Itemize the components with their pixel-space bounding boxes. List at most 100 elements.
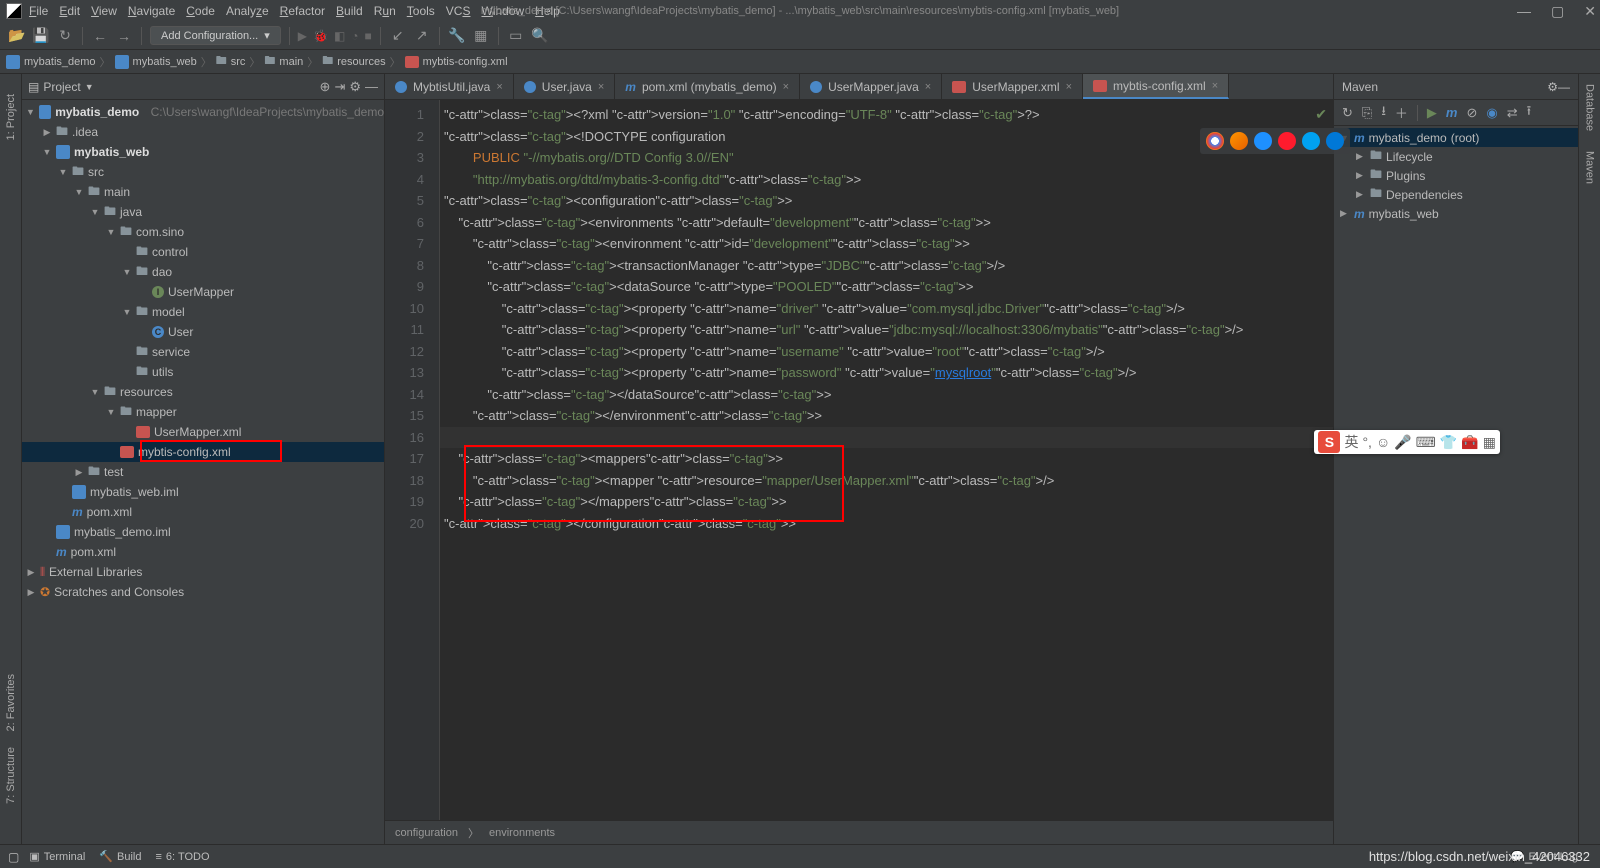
ime-skin-icon[interactable]: 👕 bbox=[1440, 434, 1457, 451]
tab-close-icon[interactable]: × bbox=[925, 81, 931, 93]
code-line[interactable]: "c-attr">class="c-tag"><property "c-attr… bbox=[444, 298, 1333, 320]
fold-gutter[interactable] bbox=[430, 100, 440, 820]
crumb-project[interactable]: mybatis_demo bbox=[6, 55, 96, 69]
menu-analyze[interactable]: Analyze bbox=[222, 2, 273, 20]
settings-icon[interactable]: 🔧 bbox=[448, 27, 466, 44]
maven-tree-item[interactable]: ▼mmybatis_demo (root) bbox=[1334, 128, 1578, 147]
mvn-reimport-icon[interactable]: ↻ bbox=[1342, 105, 1353, 121]
maven-tree-item[interactable]: ▶mmybatis_web bbox=[1334, 204, 1578, 223]
tree-extra[interactable]: ▶⫴External Libraries bbox=[22, 562, 384, 582]
mvn-collapse-icon[interactable]: ⭱ bbox=[1527, 102, 1532, 124]
code-line[interactable]: "c-attr">class="c-tag"></environment"c-a… bbox=[444, 405, 1333, 427]
tool-maven[interactable]: Maven bbox=[1584, 151, 1596, 184]
panel-settings-icon[interactable]: ⚙ bbox=[349, 79, 361, 95]
collapse-icon[interactable]: ⇥ bbox=[334, 79, 345, 95]
ime-menu-icon[interactable]: ▦ bbox=[1483, 434, 1496, 451]
editor-tab[interactable]: UserMapper.java× bbox=[800, 74, 942, 99]
tool-structure[interactable]: 7: Structure bbox=[5, 747, 17, 804]
tree-item[interactable]: ▼🖿com.sino bbox=[22, 222, 384, 242]
code-line[interactable]: "c-attr">class="c-tag"></configuration"c… bbox=[444, 513, 1333, 535]
mvn-download-icon[interactable]: ⭳ bbox=[1381, 102, 1386, 124]
mvn-exec-icon[interactable]: m bbox=[1446, 105, 1458, 120]
ime-toolbar[interactable]: S 英 °, ☺ 🎤 ⌨ 👕 🧰 ▦ bbox=[1314, 430, 1500, 454]
ime-emoji-icon[interactable]: ☺ bbox=[1376, 434, 1390, 450]
forward-icon[interactable]: → bbox=[115, 28, 133, 44]
tree-extra[interactable]: ▶✪Scratches and Consoles bbox=[22, 582, 384, 602]
ime-punct-icon[interactable]: °, bbox=[1362, 434, 1372, 450]
code-editor[interactable]: ✔ "c-attr">class="c-tag"><?xml "c-attr">… bbox=[440, 100, 1333, 820]
debug-icon[interactable]: 🐞 bbox=[313, 29, 328, 43]
tool-favorites[interactable]: 2: Favorites bbox=[5, 674, 17, 731]
tree-item[interactable]: ▼🖿src bbox=[22, 162, 384, 182]
minimize-icon[interactable]: ― bbox=[1517, 3, 1531, 20]
crumb-configuration[interactable]: configuration bbox=[395, 827, 458, 839]
crumb-src[interactable]: 🖿src bbox=[216, 52, 246, 71]
tree-item[interactable]: ▼🖿dao bbox=[22, 262, 384, 282]
close-icon[interactable]: ✕ bbox=[1584, 3, 1596, 20]
tab-close-icon[interactable]: × bbox=[598, 81, 604, 93]
menu-tools[interactable]: Tools bbox=[403, 2, 439, 20]
ime-voice-icon[interactable]: 🎤 bbox=[1394, 434, 1411, 451]
hide-icon[interactable]: ― bbox=[365, 79, 378, 94]
code-line[interactable]: "c-attr">class="c-tag"><dataSource "c-at… bbox=[444, 276, 1333, 298]
crumb-resources[interactable]: 🖿resources bbox=[322, 52, 385, 71]
tree-item[interactable]: 🖿utils bbox=[22, 362, 384, 382]
mvn-show-icon[interactable]: ⇄ bbox=[1507, 105, 1518, 121]
maven-hide-icon[interactable]: ― bbox=[1558, 80, 1570, 94]
tool-database[interactable]: Database bbox=[1584, 84, 1596, 131]
save-all-icon[interactable]: 💾 bbox=[32, 27, 50, 44]
code-line[interactable]: "c-attr">class="c-tag"><environment "c-a… bbox=[444, 233, 1333, 255]
tree-item[interactable]: UserMapper.xml bbox=[22, 422, 384, 442]
menu-edit[interactable]: Edit bbox=[55, 2, 84, 20]
ie-icon[interactable] bbox=[1302, 132, 1320, 150]
code-line[interactable]: "c-attr">class="c-tag"><?xml "c-attr">ve… bbox=[444, 104, 1333, 126]
editor-tab[interactable]: UserMapper.xml× bbox=[942, 74, 1083, 99]
run-icon[interactable]: ▶ bbox=[298, 29, 307, 43]
tree-item[interactable]: ▼🖿mapper bbox=[22, 402, 384, 422]
code-line[interactable]: "c-attr">class="c-tag"><environments "c-… bbox=[444, 212, 1333, 234]
tree-item[interactable]: ▼🖿model bbox=[22, 302, 384, 322]
vcs-update-icon[interactable]: ↙ bbox=[389, 27, 407, 44]
code-line[interactable]: "c-attr">class="c-tag"><property "c-attr… bbox=[444, 362, 1333, 384]
crumb-environments[interactable]: environments bbox=[489, 827, 555, 839]
menu-navigate[interactable]: Navigate bbox=[124, 2, 179, 20]
tree-item[interactable]: mybatis_web.iml bbox=[22, 482, 384, 502]
ime-lang-icon[interactable]: 英 bbox=[1344, 432, 1358, 452]
ime-keyboard-icon[interactable]: ⌨ bbox=[1416, 434, 1436, 451]
coverage-icon[interactable]: ◧ bbox=[334, 29, 345, 43]
mvn-offline-icon[interactable]: ◉ bbox=[1486, 105, 1497, 121]
back-icon[interactable]: ← bbox=[91, 28, 109, 44]
code-line[interactable]: "c-attr">class="c-tag"></dataSource"c-at… bbox=[444, 384, 1333, 406]
tree-root[interactable]: ▼mybatis_demo C:\Users\wangf\IdeaProject… bbox=[22, 102, 384, 122]
maven-settings-icon[interactable]: ⚙ bbox=[1547, 80, 1558, 94]
edge-icon[interactable] bbox=[1326, 132, 1344, 150]
code-line[interactable]: "c-attr">class="c-tag"><configuration"c-… bbox=[444, 190, 1333, 212]
tree-item[interactable]: ▶🖿.idea bbox=[22, 122, 384, 142]
locate-icon[interactable]: ⊕ bbox=[320, 79, 331, 95]
menu-vcs[interactable]: VCS bbox=[442, 2, 475, 20]
open-icon[interactable]: 📂 bbox=[8, 27, 26, 44]
status-corner-icon[interactable]: ▢ bbox=[8, 850, 19, 864]
todo-button[interactable]: ≡ 6: TODO bbox=[156, 851, 210, 863]
search-icon[interactable]: 🔍 bbox=[531, 27, 549, 44]
crumb-file[interactable]: mybtis-config.xml bbox=[405, 56, 508, 68]
menu-refactor[interactable]: Refactor bbox=[276, 2, 329, 20]
add-configuration-button[interactable]: Add Configuration...▾ bbox=[150, 26, 281, 45]
tree-item[interactable]: mybatis_demo.iml bbox=[22, 522, 384, 542]
safari-icon[interactable] bbox=[1254, 132, 1272, 150]
tree-item[interactable]: CUser bbox=[22, 322, 384, 342]
code-line[interactable]: "http://mybatis.org/dtd/mybatis-3-config… bbox=[444, 169, 1333, 191]
tab-close-icon[interactable]: × bbox=[1066, 81, 1072, 93]
tree-item[interactable]: mpom.xml bbox=[22, 542, 384, 562]
code-line[interactable]: "c-attr">class="c-tag"><mapper "c-attr">… bbox=[444, 470, 1333, 492]
project-structure-icon[interactable]: ▦ bbox=[472, 27, 490, 44]
tree-item[interactable]: mybtis-config.xml bbox=[22, 442, 384, 462]
mvn-toggle-icon[interactable]: ⊘ bbox=[1466, 105, 1477, 121]
tree-item[interactable]: ▼🖿resources bbox=[22, 382, 384, 402]
editor-tab[interactable]: User.java× bbox=[514, 74, 615, 99]
tree-item[interactable]: ▼mybatis_web bbox=[22, 142, 384, 162]
mvn-generate-icon[interactable]: ⎘ bbox=[1362, 105, 1372, 121]
project-panel-title[interactable]: Project bbox=[43, 80, 80, 94]
menu-view[interactable]: View bbox=[87, 2, 121, 20]
chrome-icon[interactable] bbox=[1206, 132, 1224, 150]
